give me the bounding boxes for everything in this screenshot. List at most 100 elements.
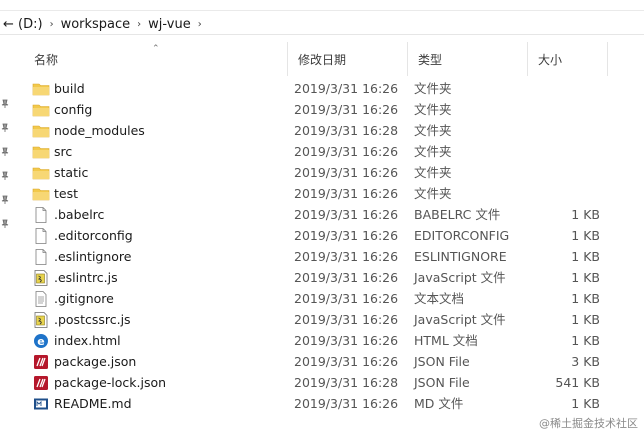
file-date: 2019/3/31 16:28 bbox=[294, 375, 399, 390]
file-row[interactable]: .eslintignore 2019/3/31 16:26 ESLINTIGNORE… bbox=[24, 246, 624, 267]
file-type: BABELRC 文件 bbox=[414, 207, 501, 222]
file-size: 1 KB bbox=[571, 396, 600, 411]
file-row[interactable]: config 2019/3/31 16:26 文件夹 bbox=[24, 99, 624, 120]
file-name: config bbox=[54, 102, 93, 117]
file-row[interactable]: .postcssrc.js 2019/3/31 16:26 JavaScript 文… bbox=[24, 309, 624, 330]
file-row[interactable]: .editorconfig 2019/3/31 16:26 EDITORCONFIG… bbox=[24, 225, 624, 246]
json-file-icon bbox=[32, 374, 50, 392]
file-type: 文件夹 bbox=[414, 102, 452, 117]
file-name: package.json bbox=[54, 354, 137, 369]
folder-icon bbox=[32, 143, 50, 161]
file-name: .editorconfig bbox=[54, 228, 133, 243]
address-bar[interactable]: ← (D:) › workspace › wj-vue › bbox=[0, 0, 644, 35]
file-type: EDITORCONFIG bbox=[414, 228, 510, 243]
blank-file-icon bbox=[32, 227, 50, 245]
file-name: README.md bbox=[54, 396, 132, 411]
blank-file-icon bbox=[32, 206, 50, 224]
file-size bbox=[524, 162, 600, 183]
file-row[interactable]: test 2019/3/31 16:26 文件夹 bbox=[24, 183, 624, 204]
navigation-pane bbox=[0, 36, 18, 435]
file-type: 文件夹 bbox=[414, 165, 452, 180]
blank-file-icon bbox=[32, 248, 50, 266]
file-size: 1 KB bbox=[571, 249, 600, 264]
file-name: static bbox=[54, 165, 89, 180]
folder-icon bbox=[32, 185, 50, 203]
file-row[interactable]: src 2019/3/31 16:26 文件夹 bbox=[24, 141, 624, 162]
file-row[interactable]: .gitignore 2019/3/31 16:26 文本文档 1 KB bbox=[24, 288, 624, 309]
file-date: 2019/3/31 16:26 bbox=[294, 102, 399, 117]
folder-icon bbox=[32, 164, 50, 182]
file-name: package-lock.json bbox=[54, 375, 167, 390]
file-size: 3 KB bbox=[571, 354, 600, 369]
file-size bbox=[524, 99, 600, 120]
file-type: JavaScript 文件 bbox=[414, 312, 506, 327]
column-header-type[interactable]: 类型 bbox=[408, 42, 528, 76]
file-date: 2019/3/31 16:26 bbox=[294, 144, 399, 159]
pin-icon[interactable] bbox=[0, 166, 10, 180]
file-name: src bbox=[54, 144, 73, 159]
file-row[interactable]: .babelrc 2019/3/31 16:26 BABELRC 文件 1 KB bbox=[24, 204, 624, 225]
file-size bbox=[524, 120, 600, 141]
file-type: 文本文档 bbox=[414, 291, 465, 306]
file-size: 1 KB bbox=[571, 207, 600, 222]
json-file-icon bbox=[32, 353, 50, 371]
file-name: .postcssrc.js bbox=[54, 312, 131, 327]
folder-icon bbox=[32, 101, 50, 119]
file-type: MD 文件 bbox=[414, 396, 464, 411]
pin-icon[interactable] bbox=[0, 142, 10, 156]
file-date: 2019/3/31 16:26 bbox=[294, 291, 399, 306]
column-header-date[interactable]: 修改日期 bbox=[288, 42, 408, 76]
js-file-icon bbox=[32, 269, 50, 287]
file-name: index.html bbox=[54, 333, 121, 348]
breadcrumb-wj-vue[interactable]: wj-vue bbox=[145, 17, 194, 32]
file-type: 文件夹 bbox=[414, 81, 452, 96]
chevron-right-icon[interactable]: › bbox=[46, 19, 58, 30]
file-size bbox=[524, 141, 600, 162]
file-row[interactable]: node_modules 2019/3/31 16:28 文件夹 bbox=[24, 120, 624, 141]
file-row[interactable]: e index.html 2019/3/31 16:26 HTML 文档 1 KB bbox=[24, 330, 624, 351]
file-row[interactable]: .eslintrc.js 2019/3/31 16:26 JavaScript 文件… bbox=[24, 267, 624, 288]
column-header-name[interactable]: 名称 bbox=[24, 42, 288, 76]
file-name: .gitignore bbox=[54, 291, 114, 306]
file-row[interactable]: static 2019/3/31 16:26 文件夹 bbox=[24, 162, 624, 183]
chevron-right-icon[interactable]: › bbox=[133, 19, 145, 30]
file-size bbox=[524, 183, 600, 204]
file-date: 2019/3/31 16:26 bbox=[294, 81, 399, 96]
file-date: 2019/3/31 16:28 bbox=[294, 123, 399, 138]
file-row[interactable]: build 2019/3/31 16:26 文件夹 bbox=[24, 78, 624, 99]
svg-text:e: e bbox=[37, 335, 44, 348]
file-row[interactable]: package-lock.json 2019/3/31 16:28 JSON Fil… bbox=[24, 372, 624, 393]
file-size: 1 KB bbox=[571, 312, 600, 327]
pin-icon[interactable] bbox=[0, 214, 10, 228]
file-type: 文件夹 bbox=[414, 144, 452, 159]
file-date: 2019/3/31 16:26 bbox=[294, 186, 399, 201]
file-row[interactable]: README.md 2019/3/31 16:26 MD 文件 1 KB bbox=[24, 393, 624, 414]
file-date: 2019/3/31 16:26 bbox=[294, 354, 399, 369]
file-date: 2019/3/31 16:26 bbox=[294, 333, 399, 348]
file-size bbox=[524, 78, 600, 99]
html-file-icon: e bbox=[32, 332, 50, 350]
folder-icon bbox=[32, 122, 50, 140]
pin-icon[interactable] bbox=[0, 94, 10, 108]
file-type: JavaScript 文件 bbox=[414, 270, 506, 285]
file-name: build bbox=[54, 81, 85, 96]
column-header-size[interactable]: 大小 bbox=[528, 42, 608, 76]
file-type: JSON File bbox=[414, 354, 470, 369]
file-date: 2019/3/31 16:26 bbox=[294, 228, 399, 243]
file-size: 1 KB bbox=[571, 270, 600, 285]
file-type: JSON File bbox=[414, 375, 470, 390]
pin-icon[interactable] bbox=[0, 190, 10, 204]
text-file-icon bbox=[32, 290, 50, 308]
file-type: ESLINTIGNORE bbox=[414, 249, 507, 264]
md-file-icon bbox=[32, 395, 50, 413]
file-row[interactable]: package.json 2019/3/31 16:26 JSON File 3 KB bbox=[24, 351, 624, 372]
breadcrumb-workspace[interactable]: workspace bbox=[58, 17, 134, 32]
file-type: 文件夹 bbox=[414, 186, 452, 201]
file-date: 2019/3/31 16:26 bbox=[294, 207, 399, 222]
chevron-right-icon[interactable]: › bbox=[194, 19, 206, 30]
breadcrumb-drive[interactable]: ← (D:) bbox=[0, 17, 46, 32]
column-header: 名称 修改日期 类型 大小 bbox=[24, 42, 644, 76]
file-name: .babelrc bbox=[54, 207, 105, 222]
pin-icon[interactable] bbox=[0, 118, 10, 132]
file-date: 2019/3/31 16:26 bbox=[294, 270, 399, 285]
